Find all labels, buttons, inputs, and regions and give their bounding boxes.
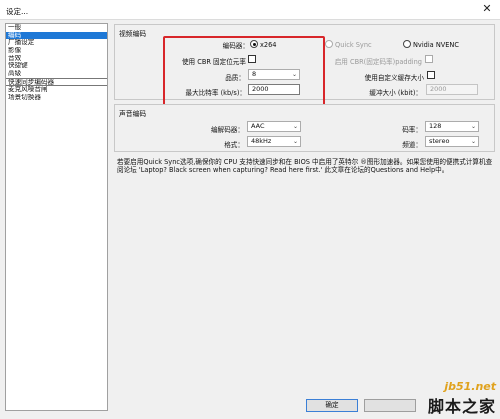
window-titlebar: 设定... ✕ bbox=[0, 0, 500, 20]
bitrate-label: 码率： bbox=[402, 126, 422, 134]
format-value: 48kHz bbox=[251, 137, 272, 145]
nav-item-hotkeys[interactable]: 快捷键 bbox=[6, 62, 107, 70]
ok-button[interactable]: 确定 bbox=[306, 399, 358, 412]
nav-item-encoding[interactable]: 编码 bbox=[6, 31, 107, 40]
encoder-quicksync-label: Quick Sync bbox=[335, 41, 372, 49]
cbr-padding-checkbox[interactable] bbox=[425, 55, 433, 63]
window-title: 设定... bbox=[6, 7, 29, 16]
nav-item-advanced[interactable]: 高级 bbox=[6, 70, 107, 78]
audio-group-title: 声音编码 bbox=[119, 110, 147, 118]
codec-select[interactable]: AAC ⌄ bbox=[247, 121, 301, 132]
buffer-size-label: 缓冲大小 (kbit)： bbox=[369, 89, 422, 97]
nav-item-noise-gate[interactable]: 麦克风噪音闸 bbox=[6, 86, 107, 94]
settings-nav-list: 一般 编码 广播设定 影像 音效 快捷键 高级 快速同步编码器 麦克风噪音闸 场… bbox=[5, 23, 108, 411]
chevron-down-icon: ⌄ bbox=[292, 138, 298, 145]
quicksync-help-text: 若要启用Quick Sync选项,确保你的 CPU 支持快速同步和在 BIOS … bbox=[117, 158, 493, 174]
site-watermark: jb51.net 脚本之家 bbox=[428, 380, 496, 417]
channel-label: 频道： bbox=[402, 141, 422, 149]
watermark-url: jb51.net bbox=[444, 380, 496, 393]
bitrate-select[interactable]: 128 ⌄ bbox=[425, 121, 479, 132]
video-group-title: 视频编码 bbox=[119, 30, 147, 38]
format-label: 格式： bbox=[224, 141, 244, 149]
buffer-size-input[interactable]: 2000 bbox=[426, 84, 478, 95]
chevron-down-icon: ⌄ bbox=[470, 123, 476, 130]
cancel-button[interactable] bbox=[364, 399, 416, 412]
chevron-down-icon: ⌄ bbox=[292, 123, 298, 130]
nav-item-audio[interactable]: 音效 bbox=[6, 55, 107, 63]
encoder-nvenc-label: Nvidia NVENC bbox=[413, 41, 459, 49]
nav-item-video[interactable]: 影像 bbox=[6, 47, 107, 55]
encoder-quicksync-radio[interactable] bbox=[325, 40, 333, 48]
encoder-nvenc-radio[interactable] bbox=[403, 40, 411, 48]
bitrate-value: 128 bbox=[429, 122, 442, 130]
format-select[interactable]: 48kHz ⌄ bbox=[247, 136, 301, 147]
custom-buffer-label: 使用自定义缓存大小 bbox=[364, 74, 424, 82]
watermark-cn: 脚本之家 bbox=[427, 397, 496, 416]
cbr-padding-label: 启用 CBR(固定码率)padding bbox=[334, 58, 422, 66]
nav-item-scene-switcher[interactable]: 场景切换器 bbox=[6, 94, 107, 102]
nav-item-broadcast[interactable]: 广播设定 bbox=[6, 39, 107, 47]
chevron-down-icon: ⌄ bbox=[470, 138, 476, 145]
close-icon[interactable]: ✕ bbox=[480, 2, 494, 16]
channel-value: stereo bbox=[429, 137, 450, 145]
nav-item-quicksync[interactable]: 快速同步编码器 bbox=[6, 77, 107, 86]
custom-buffer-checkbox[interactable] bbox=[427, 71, 435, 79]
codec-label: 编解码器： bbox=[211, 126, 244, 134]
nav-item-general[interactable]: 一般 bbox=[6, 24, 107, 32]
codec-value: AAC bbox=[251, 122, 265, 130]
channel-select[interactable]: stereo ⌄ bbox=[425, 136, 479, 147]
